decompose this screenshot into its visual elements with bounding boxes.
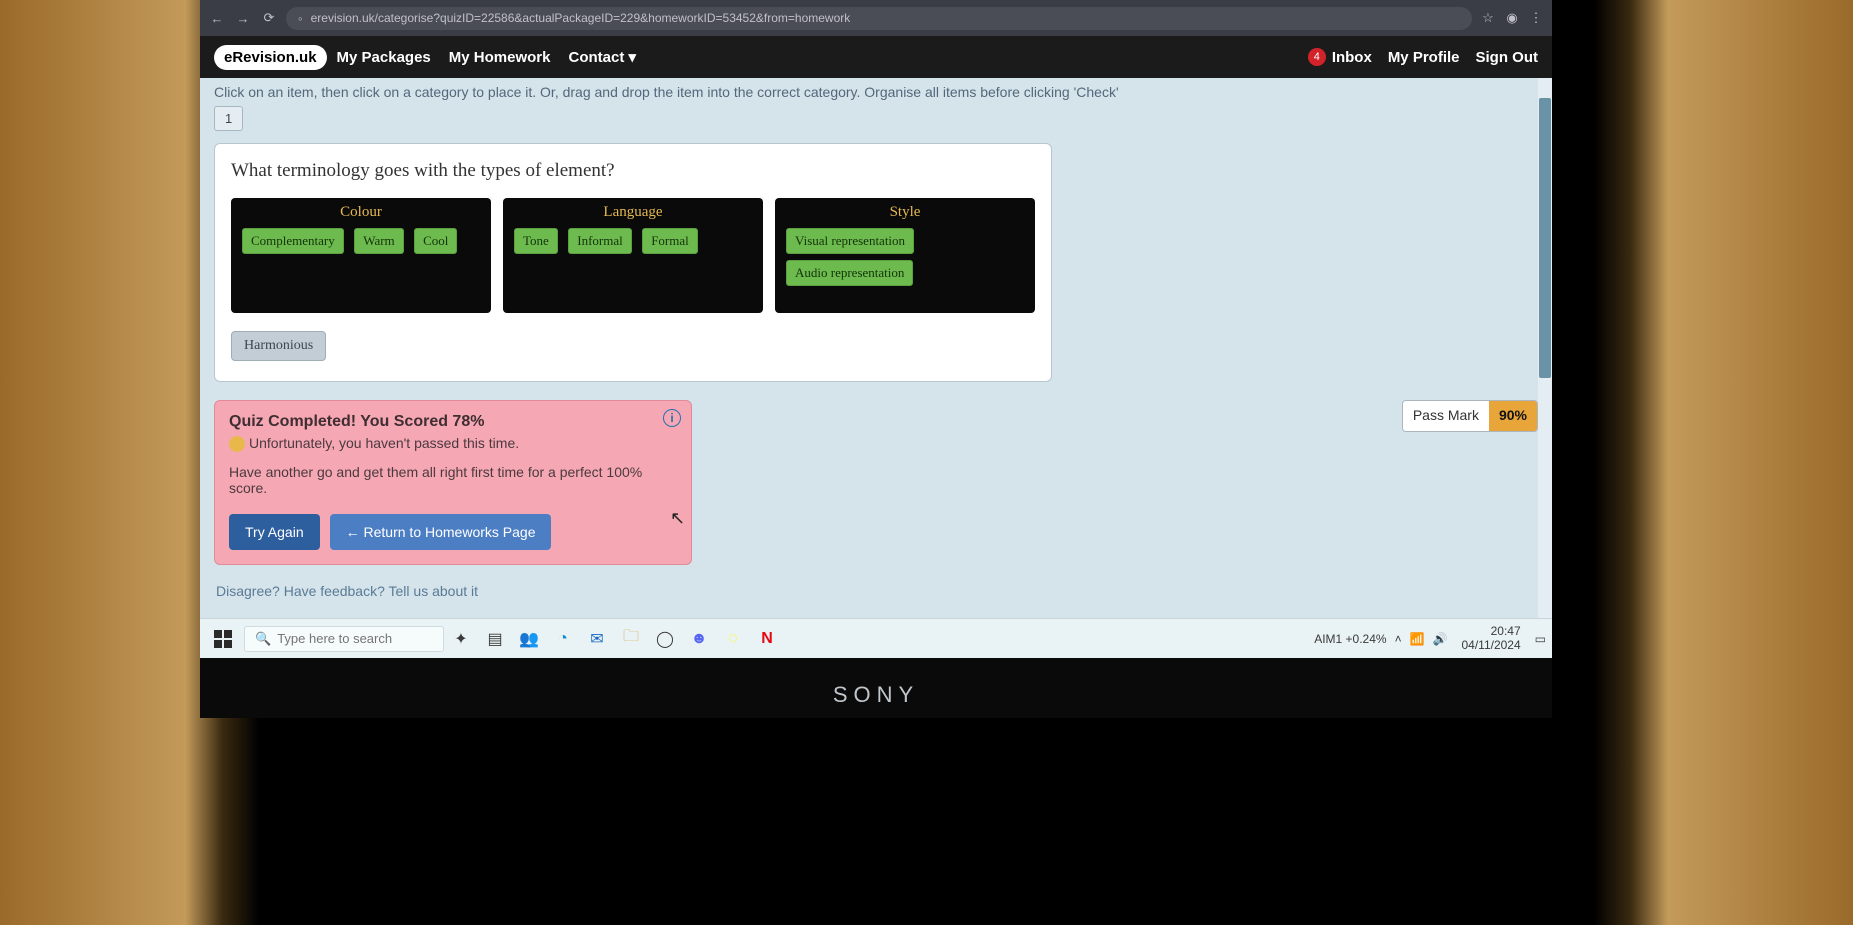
- category-title: Style: [783, 204, 1027, 221]
- volume-icon[interactable]: 🔊: [1433, 632, 1448, 646]
- taskbar-search-input[interactable]: [277, 631, 417, 646]
- instructions-text: Click on an item, then click on a catego…: [200, 78, 1552, 102]
- category-language[interactable]: Language Tone Informal Formal: [503, 198, 763, 313]
- snapchat-icon[interactable]: ◌: [722, 628, 744, 650]
- passmark-label: Pass Mark: [1403, 401, 1489, 431]
- site-info-icon[interactable]: ◦: [298, 11, 303, 26]
- search-icon: 🔍: [255, 631, 271, 647]
- item-chip[interactable]: Tone: [514, 228, 558, 254]
- passmark-value: 90%: [1489, 401, 1537, 431]
- address-bar[interactable]: ◦ erevision.uk/categorise?quizID=22586&a…: [286, 7, 1472, 30]
- notifications-icon[interactable]: ▭: [1535, 632, 1546, 646]
- nav-sign-out[interactable]: Sign Out: [1476, 49, 1539, 66]
- outlook-icon[interactable]: ✉: [586, 628, 608, 650]
- try-again-button[interactable]: Try Again: [229, 514, 320, 550]
- item-chip[interactable]: Warm: [354, 228, 403, 254]
- item-chip[interactable]: Audio representation: [786, 260, 913, 286]
- nav-my-packages[interactable]: My Packages: [337, 49, 431, 66]
- category-colour[interactable]: Colour Complementary Warm Cool: [231, 198, 491, 313]
- browser-menu-icon[interactable]: ⋮: [1528, 10, 1544, 26]
- category-title: Language: [511, 204, 755, 221]
- url-text: erevision.uk/categorise?quizID=22586&act…: [311, 11, 851, 25]
- item-chip[interactable]: Formal: [642, 228, 698, 254]
- nav-my-profile[interactable]: My Profile: [1388, 49, 1460, 66]
- discord-icon[interactable]: ☻: [688, 628, 710, 650]
- caret-down-icon: ▾: [629, 49, 637, 66]
- nav-my-homework[interactable]: My Homework: [449, 49, 551, 66]
- feedback-link[interactable]: Disagree? Have feedback? Tell us about i…: [216, 583, 478, 599]
- brand-logo[interactable]: eRevision.uk: [214, 45, 327, 70]
- scrollbar-thumb[interactable]: [1539, 98, 1551, 378]
- result-panel: i Quiz Completed! You Scored 78% Unfortu…: [214, 400, 692, 565]
- question-text: What terminology goes with the types of …: [231, 160, 1035, 182]
- wifi-icon[interactable]: 📶: [1410, 632, 1425, 646]
- quiz-card: What terminology goes with the types of …: [214, 143, 1052, 382]
- result-title: Quiz Completed! You Scored 78%: [229, 413, 679, 431]
- item-chip[interactable]: Visual representation: [786, 228, 914, 254]
- task-view-icon[interactable]: ▤: [484, 628, 506, 650]
- profile-icon[interactable]: ◉: [1504, 10, 1520, 26]
- nav-contact[interactable]: Contact ▾: [568, 48, 636, 66]
- taskbar-search[interactable]: 🔍: [244, 626, 444, 652]
- reload-icon[interactable]: ⟳: [260, 10, 278, 26]
- chrome-icon[interactable]: ◯: [654, 628, 676, 650]
- item-chip[interactable]: Cool: [414, 228, 457, 254]
- page-content: Click on an item, then click on a catego…: [200, 78, 1552, 680]
- file-explorer-icon[interactable]: 🗀: [620, 628, 642, 650]
- windows-taskbar: 🔍 ✦ ▤ 👥 ◔ ✉ 🗀 ◯ ☻ ◌ N AIM1 +0.24% ˄ 📶 🔊 …: [200, 618, 1552, 658]
- scrollbar[interactable]: [1538, 78, 1552, 680]
- edge-icon[interactable]: ◔: [552, 628, 574, 650]
- browser-toolbar: ← → ⟳ ◦ erevision.uk/categorise?quizID=2…: [200, 0, 1552, 36]
- item-chip[interactable]: Complementary: [242, 228, 344, 254]
- clock[interactable]: 20:47 04/11/2024: [1461, 625, 1520, 651]
- forward-icon[interactable]: →: [234, 11, 252, 26]
- laptop-bezel-brand: SONY: [200, 658, 1552, 718]
- back-icon[interactable]: ←: [208, 11, 226, 26]
- teams-icon[interactable]: 👥: [518, 628, 540, 650]
- copilot-icon[interactable]: ✦: [450, 628, 472, 650]
- inbox-count-badge[interactable]: 4: [1308, 48, 1326, 66]
- result-line1: Unfortunately, you haven't passed this t…: [229, 435, 679, 452]
- system-tray: AIM1 +0.24% ˄ 📶 🔊 20:47 04/11/2024 ▭: [1314, 625, 1546, 651]
- question-number-chip[interactable]: 1: [214, 106, 243, 131]
- category-title: Colour: [239, 204, 483, 221]
- tray-chevron-up-icon[interactable]: ˄: [1395, 632, 1402, 646]
- nav-inbox[interactable]: Inbox: [1332, 49, 1372, 66]
- start-button[interactable]: [212, 628, 234, 650]
- info-icon[interactable]: i: [663, 409, 681, 427]
- stock-widget[interactable]: AIM1 +0.24%: [1314, 632, 1386, 646]
- item-chip[interactable]: Informal: [568, 228, 631, 254]
- passmark-badge: Pass Mark 90%: [1402, 400, 1538, 432]
- bookmark-star-icon[interactable]: ☆: [1480, 10, 1496, 26]
- sad-face-icon: [229, 436, 245, 452]
- result-line2: Have another go and get them all right f…: [229, 464, 679, 496]
- return-homeworks-button[interactable]: ← Return to Homeworks Page: [330, 514, 552, 550]
- netflix-icon[interactable]: N: [756, 628, 778, 650]
- site-topbar: eRevision.uk My Packages My Homework Con…: [200, 36, 1552, 78]
- unplaced-item-chip[interactable]: Harmonious: [231, 331, 326, 361]
- category-style[interactable]: Style Visual representation Audio repres…: [775, 198, 1035, 313]
